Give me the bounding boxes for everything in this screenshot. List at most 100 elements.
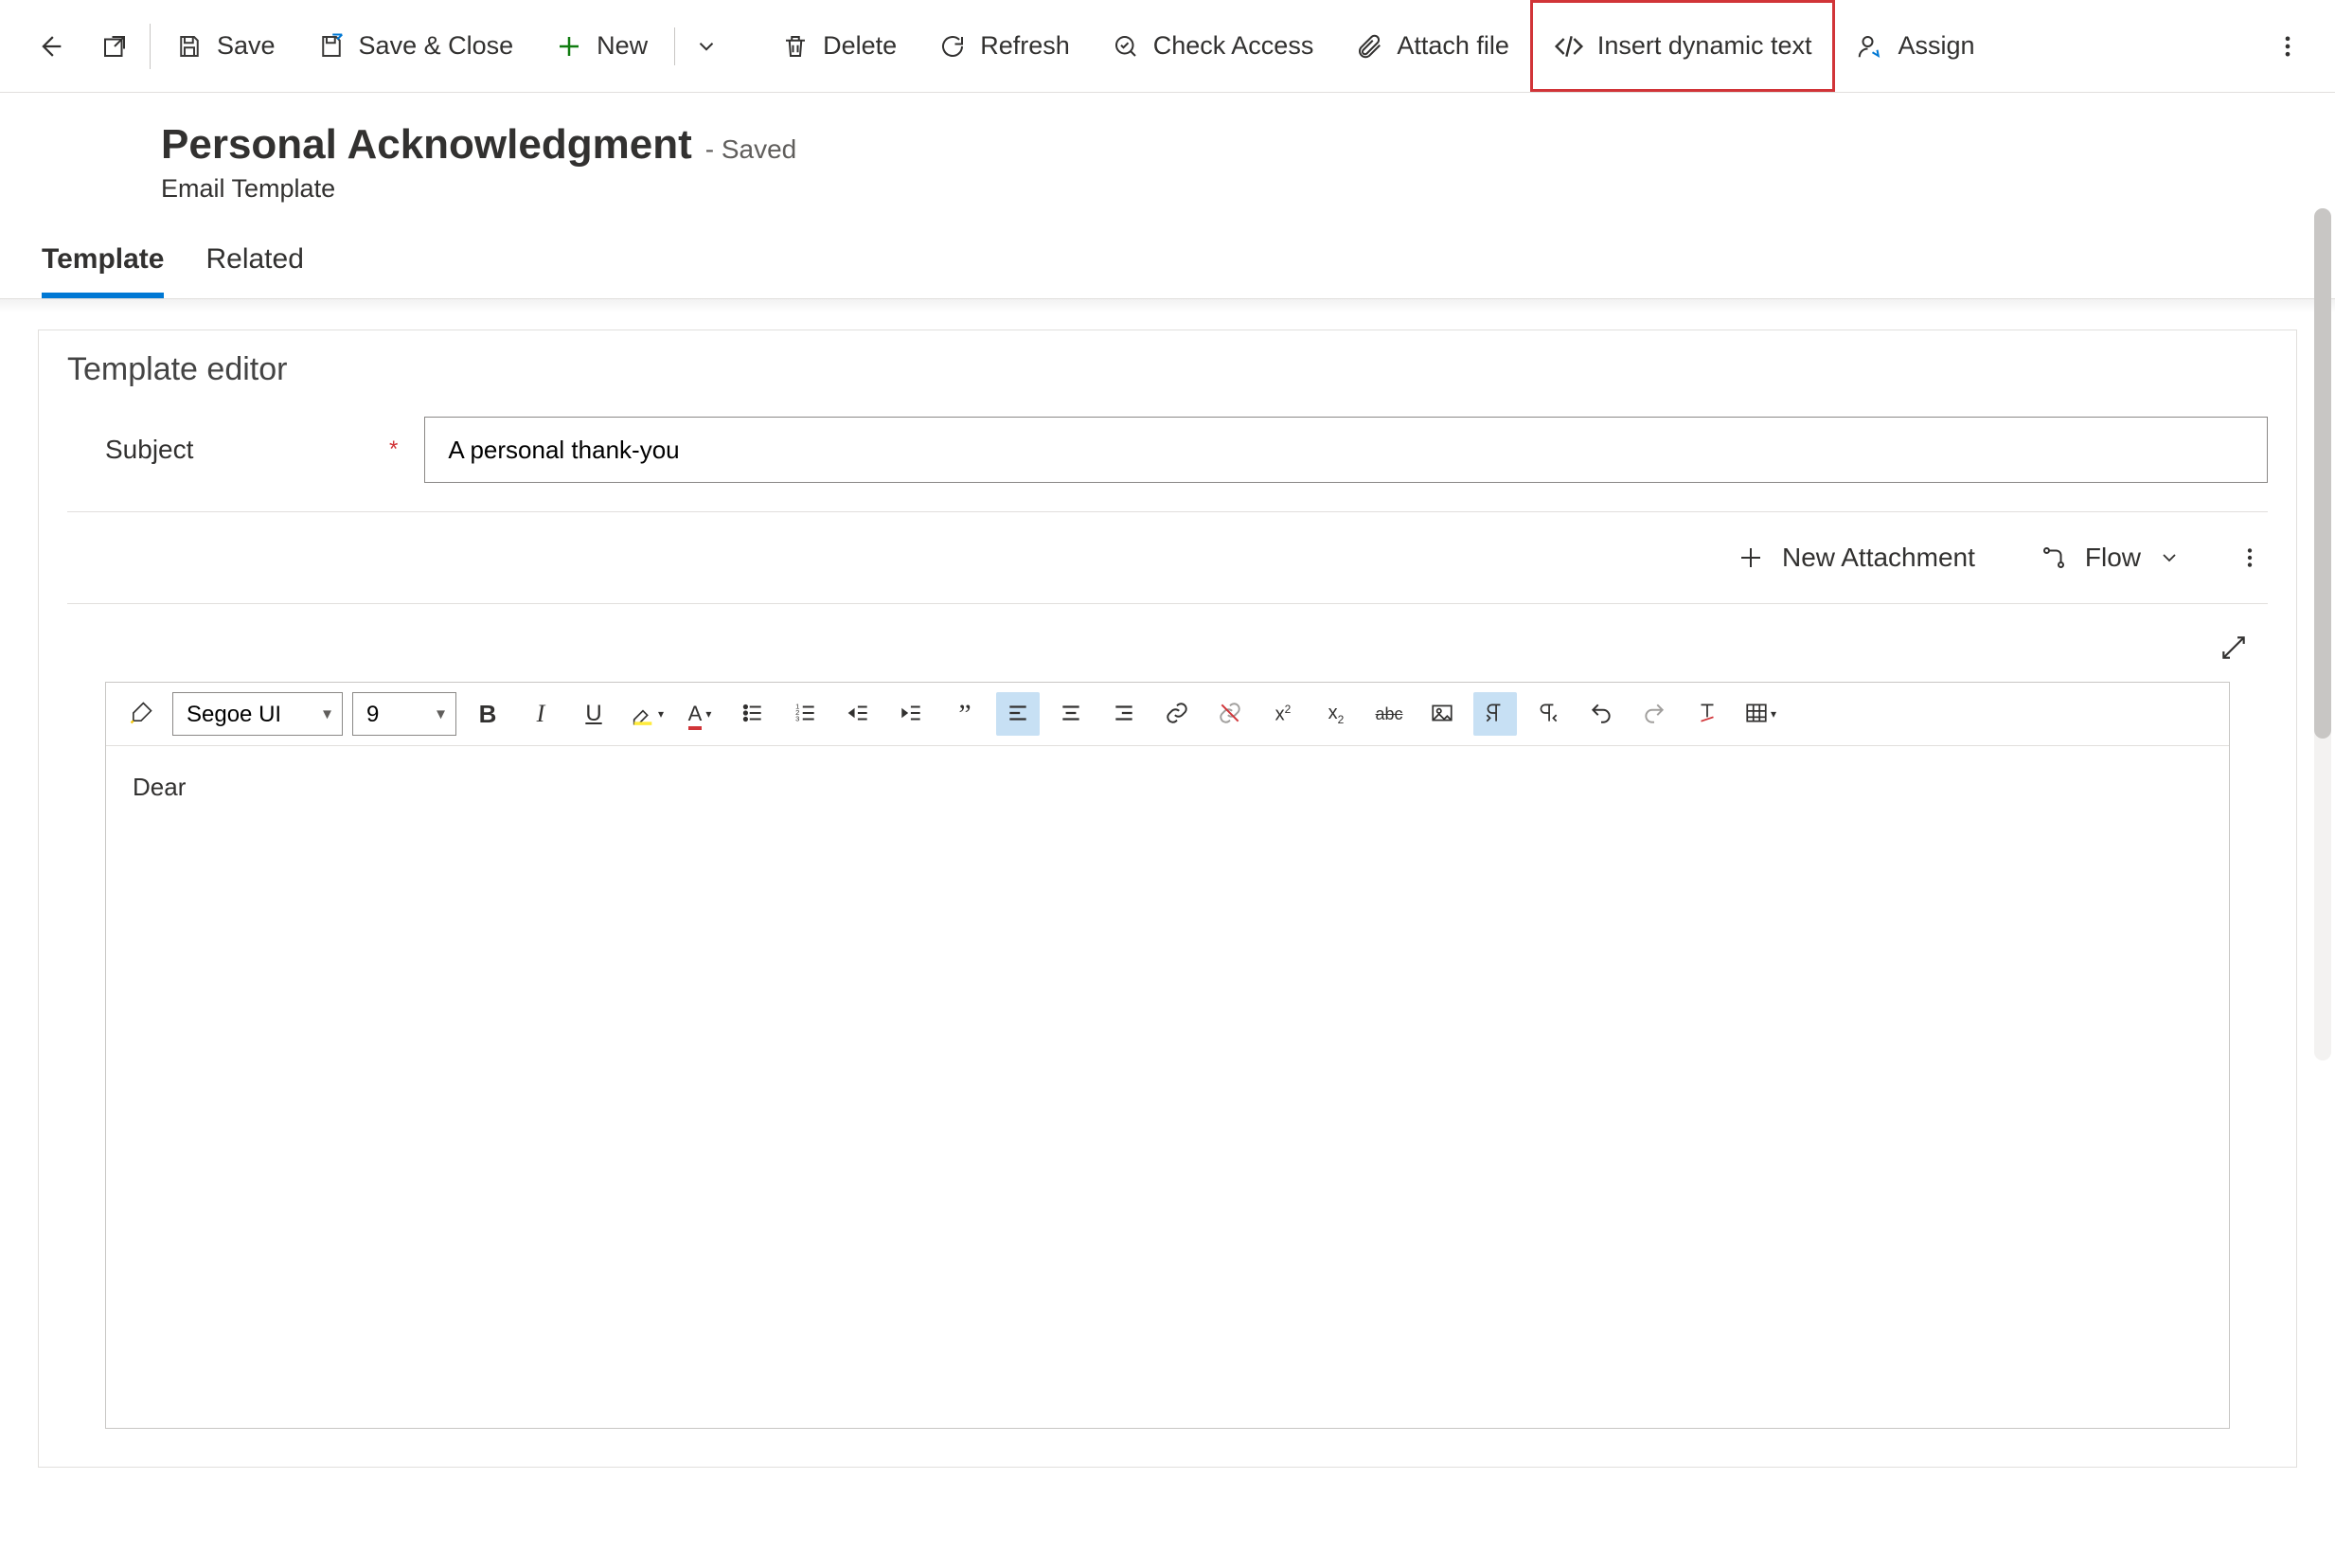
- chevron-down-icon: [2158, 546, 2181, 569]
- command-bar: Save Save & Close New: [0, 0, 2335, 93]
- overflow-button[interactable]: [2257, 0, 2318, 92]
- rich-text-editor: Segoe UI 9 B I: [105, 682, 2230, 1429]
- undo-button[interactable]: [1579, 692, 1623, 736]
- align-center-button[interactable]: [1049, 692, 1093, 736]
- back-button[interactable]: [17, 0, 83, 92]
- flow-label: Flow: [2085, 543, 2141, 573]
- font-color-button[interactable]: A ▾: [678, 692, 722, 736]
- indent-button[interactable]: [890, 692, 934, 736]
- expand-icon[interactable]: [2219, 633, 2249, 663]
- refresh-label: Refresh: [980, 31, 1070, 61]
- template-editor-card: Template editor Subject * New Atta: [38, 330, 2297, 1468]
- subscript-icon: x2: [1328, 703, 1345, 726]
- font-size-select[interactable]: 9: [352, 692, 456, 736]
- rtl-button[interactable]: [1526, 692, 1570, 736]
- plus-icon: [555, 32, 583, 61]
- tab-template[interactable]: Template: [42, 243, 164, 298]
- superscript-button[interactable]: x2: [1261, 692, 1305, 736]
- record-status: - Saved: [705, 134, 797, 165]
- bullet-list-button[interactable]: [731, 692, 775, 736]
- assign-button[interactable]: Assign: [1835, 0, 1995, 92]
- tab-list: Template Related: [0, 204, 2335, 299]
- save-button[interactable]: Save: [154, 0, 296, 92]
- refresh-button[interactable]: Refresh: [918, 0, 1091, 92]
- table-icon: [1744, 701, 1769, 728]
- popout-button[interactable]: [83, 0, 146, 92]
- insert-dynamic-text-label: Insert dynamic text: [1597, 31, 1812, 61]
- separator: [674, 27, 675, 65]
- subscript-button[interactable]: x2: [1314, 692, 1358, 736]
- font-name-select[interactable]: Segoe UI: [172, 692, 343, 736]
- superscript-icon: x2: [1275, 703, 1292, 726]
- strikethrough-icon: abc: [1375, 704, 1402, 724]
- save-icon: [175, 32, 204, 61]
- image-button[interactable]: [1420, 692, 1464, 736]
- outdent-icon: [847, 701, 871, 728]
- link-button[interactable]: [1155, 692, 1199, 736]
- new-attachment-label: New Attachment: [1782, 543, 1975, 573]
- paperclip-icon: [1355, 32, 1383, 61]
- page-scrollbar[interactable]: [2314, 208, 2331, 1060]
- bold-button[interactable]: B: [466, 692, 509, 736]
- new-dropdown[interactable]: [681, 0, 732, 92]
- insert-dynamic-text-button[interactable]: Insert dynamic text: [1530, 0, 1836, 92]
- tab-shadow: [0, 299, 2335, 312]
- flow-icon: [2040, 543, 2068, 572]
- scrollbar-thumb[interactable]: [2314, 208, 2331, 739]
- save-label: Save: [217, 31, 276, 61]
- image-icon: [1430, 701, 1454, 728]
- clear-format-icon: [1695, 701, 1720, 728]
- unlink-button[interactable]: [1208, 692, 1252, 736]
- align-left-button[interactable]: [996, 692, 1040, 736]
- subject-input[interactable]: [424, 417, 2268, 483]
- align-right-button[interactable]: [1102, 692, 1146, 736]
- table-button[interactable]: ▾: [1738, 692, 1782, 736]
- rtl-icon: [1536, 701, 1560, 728]
- chevron-down-icon: [694, 34, 719, 59]
- underline-button[interactable]: U: [572, 692, 615, 736]
- more-vertical-icon: [2237, 545, 2262, 570]
- attachment-overflow-button[interactable]: [2232, 536, 2268, 579]
- separator: [150, 24, 151, 69]
- blockquote-button[interactable]: ”: [943, 692, 987, 736]
- tab-related[interactable]: Related: [205, 243, 303, 298]
- clear-format-button[interactable]: [1685, 692, 1729, 736]
- attach-file-label: Attach file: [1397, 31, 1509, 61]
- chevron-down-icon: ▾: [1771, 707, 1776, 721]
- align-right-icon: [1112, 701, 1136, 728]
- save-close-button[interactable]: Save & Close: [296, 0, 535, 92]
- outdent-button[interactable]: [837, 692, 881, 736]
- underline-icon: U: [585, 701, 601, 727]
- save-close-icon: [317, 32, 346, 61]
- save-close-label: Save & Close: [359, 31, 514, 61]
- rte-body[interactable]: Dear: [106, 746, 2229, 1428]
- strikethrough-button[interactable]: abc: [1367, 692, 1411, 736]
- highlight-icon: [630, 700, 656, 729]
- new-label: New: [597, 31, 648, 61]
- record-header: Personal Acknowledgment - Saved Email Te…: [0, 93, 2335, 204]
- italic-button[interactable]: I: [519, 692, 562, 736]
- assign-icon: [1856, 32, 1884, 61]
- page: Personal Acknowledgment - Saved Email Te…: [0, 93, 2335, 1506]
- check-access-button[interactable]: Check Access: [1091, 0, 1335, 92]
- delete-label: Delete: [823, 31, 897, 61]
- flow-button[interactable]: Flow: [2026, 533, 2194, 582]
- align-center-icon: [1059, 701, 1083, 728]
- record-entity: Email Template: [161, 174, 2335, 204]
- new-button[interactable]: New: [534, 0, 668, 92]
- refresh-icon: [938, 32, 967, 61]
- ltr-button[interactable]: [1473, 692, 1517, 736]
- delete-button[interactable]: Delete: [760, 0, 918, 92]
- format-painter-button[interactable]: [119, 692, 163, 736]
- redo-button[interactable]: [1632, 692, 1676, 736]
- unlink-icon: [1218, 701, 1242, 728]
- code-icon: [1554, 31, 1584, 62]
- number-list-button[interactable]: 1 2 3: [784, 692, 828, 736]
- popout-icon: [100, 32, 129, 61]
- assign-label: Assign: [1898, 31, 1974, 61]
- subject-label: Subject: [105, 435, 389, 465]
- bullet-list-icon: [740, 701, 765, 728]
- attach-file-button[interactable]: Attach file: [1334, 0, 1530, 92]
- new-attachment-button[interactable]: New Attachment: [1723, 533, 1988, 582]
- highlight-button[interactable]: ▾: [625, 692, 668, 736]
